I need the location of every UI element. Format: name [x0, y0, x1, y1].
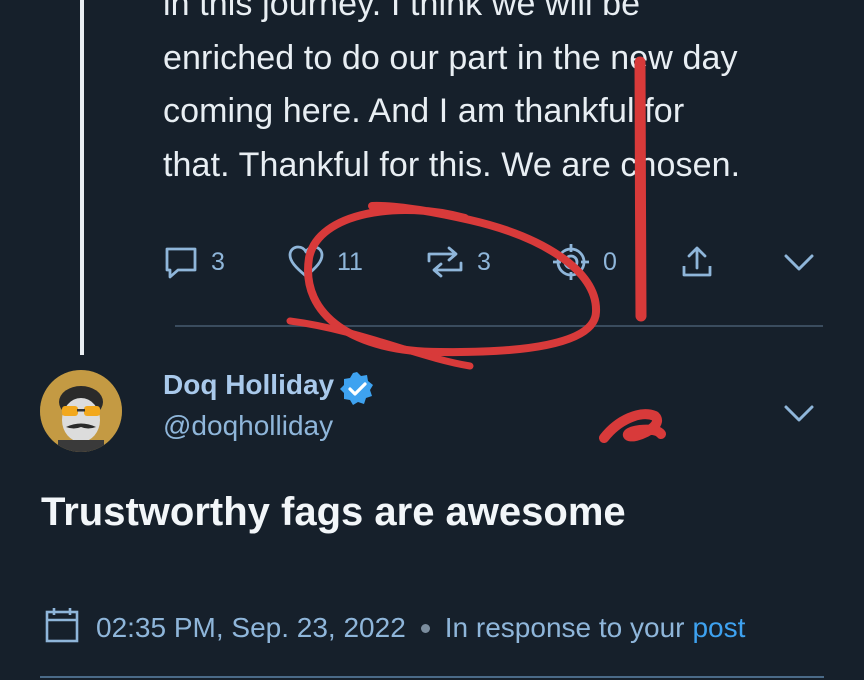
repost-icon — [425, 244, 465, 280]
comment-icon — [163, 244, 199, 280]
comment-button[interactable]: 3 — [163, 240, 225, 284]
author-name[interactable]: Doq Holliday — [163, 369, 334, 401]
response-prefix: In response to your — [444, 612, 685, 643]
target-count: 0 — [603, 247, 617, 276]
avatar[interactable] — [40, 370, 122, 452]
repost-count: 3 — [477, 247, 491, 276]
share-button[interactable] — [680, 240, 714, 284]
target-icon — [551, 242, 591, 282]
author-handle[interactable]: @doqholliday — [163, 410, 333, 442]
more-options-button[interactable] — [782, 240, 816, 284]
parent-tweet-line: in this journey. I think we will be — [163, 0, 641, 23]
repost-button[interactable]: 3 — [425, 240, 491, 284]
parent-tweet-line: coming here. And I am thankful for — [163, 92, 685, 130]
timestamp: 02:35 PM, Sep. 23, 2022 — [96, 612, 406, 643]
share-icon — [680, 244, 714, 280]
heart-icon — [287, 244, 325, 280]
verified-icon — [338, 370, 376, 413]
like-button[interactable]: 11 — [287, 240, 363, 284]
annotation-scribble-mark — [599, 409, 666, 443]
reply-options-button[interactable] — [782, 396, 816, 435]
calendar-icon — [44, 606, 80, 651]
parent-tweet-line: enriched to do our part in the new day — [163, 38, 738, 77]
like-count: 11 — [337, 247, 363, 276]
divider — [175, 325, 823, 327]
annotation-circle-tail — [286, 317, 474, 370]
separator-dot — [420, 623, 430, 633]
parent-tweet-text: in this journey. I think we will be enri… — [163, 0, 843, 192]
chevron-down-icon — [782, 245, 816, 279]
chevron-down-icon — [782, 405, 816, 434]
comment-count: 3 — [211, 247, 225, 276]
post-link[interactable]: post — [692, 612, 745, 644]
thread-connector-line — [80, 0, 84, 355]
reply-text: Trustworthy fags are awesome — [41, 490, 626, 534]
divider — [40, 676, 824, 678]
parent-tweet-line: that. Thankful for this. We are chosen. — [163, 145, 741, 184]
reply-meta: 02:35 PM, Sep. 23, 2022 In response to y… — [44, 606, 745, 651]
target-button[interactable]: 0 — [551, 240, 617, 284]
